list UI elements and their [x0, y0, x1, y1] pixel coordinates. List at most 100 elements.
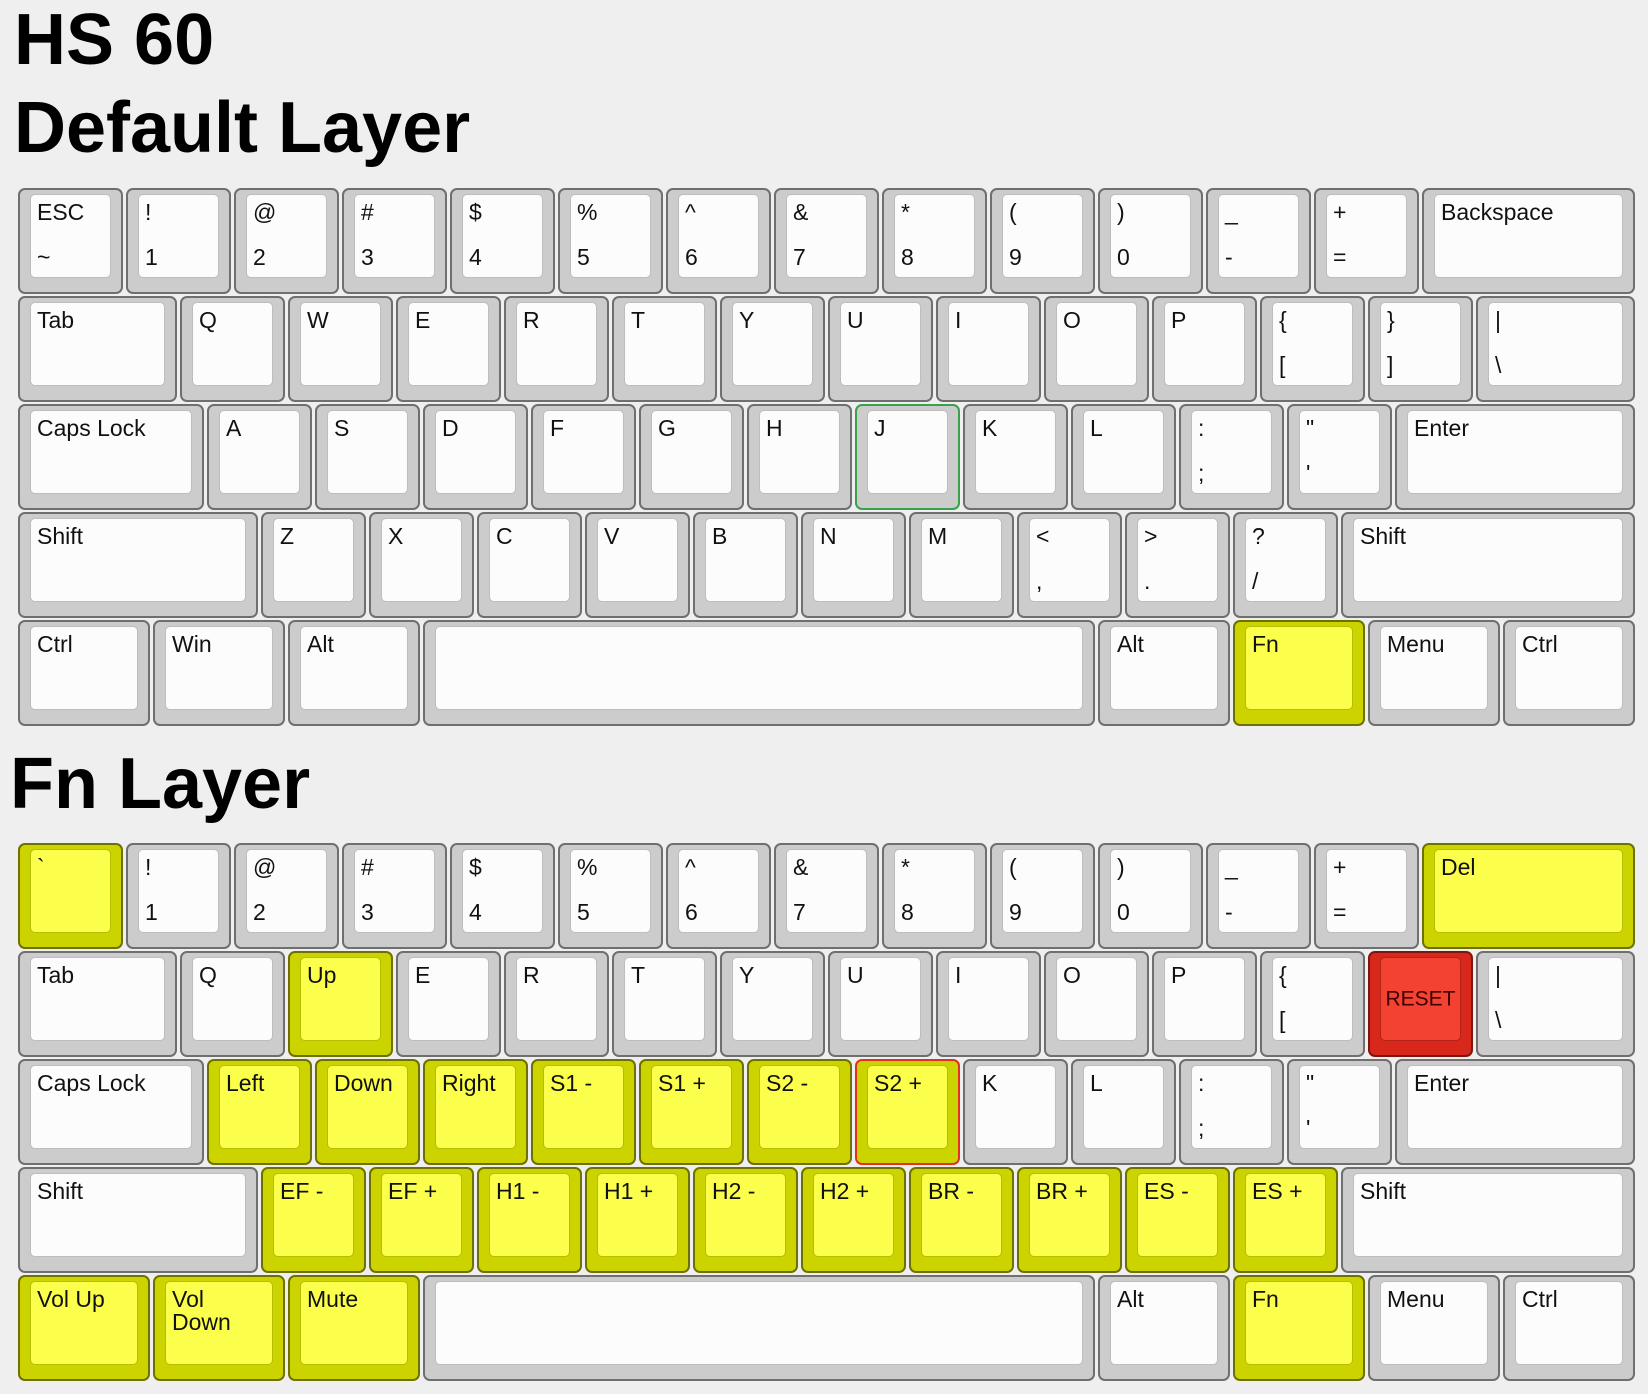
key-blank[interactable]: " ' — [1287, 404, 1392, 510]
key-up[interactable]: Up — [288, 951, 393, 1057]
key-blank[interactable]: ` — [18, 843, 123, 949]
key-space[interactable] — [423, 620, 1095, 726]
key-m[interactable]: M — [909, 512, 1014, 618]
key-e[interactable]: E — [396, 296, 501, 402]
key-blank[interactable]: :; — [1179, 404, 1284, 510]
key-blank[interactable]: + = — [1314, 843, 1419, 949]
key-blank[interactable]: ) 0 — [1098, 188, 1203, 294]
key-i[interactable]: I — [936, 951, 1041, 1057]
key-menu[interactable]: Menu — [1368, 1275, 1500, 1381]
key-alt[interactable]: Alt — [288, 620, 420, 726]
key-y[interactable]: Y — [720, 951, 825, 1057]
key-blank[interactable]: }] — [1368, 296, 1473, 402]
key-fn[interactable]: Fn — [1233, 620, 1365, 726]
key-blank[interactable]: ? / — [1233, 512, 1338, 618]
key-a[interactable]: A — [207, 404, 312, 510]
key-w[interactable]: W — [288, 296, 393, 402]
key-blank[interactable]: #3 — [342, 843, 447, 949]
key-h[interactable]: H — [747, 404, 852, 510]
key-blank[interactable]: + = — [1314, 188, 1419, 294]
key-ef[interactable]: EF + — [369, 1167, 474, 1273]
key-vol-down[interactable]: Vol Down — [153, 1275, 285, 1381]
key-blank[interactable]: (9 — [990, 188, 1095, 294]
key-q[interactable]: Q — [180, 951, 285, 1057]
key-s1[interactable]: S1 + — [639, 1059, 744, 1165]
key-ef[interactable]: EF - — [261, 1167, 366, 1273]
key-alt[interactable]: Alt — [1098, 1275, 1230, 1381]
key-menu[interactable]: Menu — [1368, 620, 1500, 726]
key-down[interactable]: Down — [315, 1059, 420, 1165]
key-u[interactable]: U — [828, 296, 933, 402]
key-del[interactable]: Del — [1422, 843, 1635, 949]
key-space[interactable] — [423, 1275, 1095, 1381]
key-blank[interactable]: <, — [1017, 512, 1122, 618]
key-f[interactable]: F — [531, 404, 636, 510]
key-blank[interactable]: :; — [1179, 1059, 1284, 1165]
key-e[interactable]: E — [396, 951, 501, 1057]
key-fn[interactable]: Fn — [1233, 1275, 1365, 1381]
key-blank[interactable]: & 7 — [774, 843, 879, 949]
key-ctrl[interactable]: Ctrl — [18, 620, 150, 726]
key-right[interactable]: Right — [423, 1059, 528, 1165]
key-blank[interactable]: $4 — [450, 843, 555, 949]
key-r[interactable]: R — [504, 296, 609, 402]
key-blank[interactable]: | \ — [1476, 951, 1635, 1057]
key-p[interactable]: P — [1152, 296, 1257, 402]
key-l[interactable]: L — [1071, 1059, 1176, 1165]
key-d[interactable]: D — [423, 404, 528, 510]
key-blank[interactable]: & 7 — [774, 188, 879, 294]
key-blank[interactable]: _ - — [1206, 188, 1311, 294]
key-blank[interactable]: | \ — [1476, 296, 1635, 402]
key-shift[interactable]: Shift — [18, 1167, 258, 1273]
key-h2[interactable]: H2 - — [693, 1167, 798, 1273]
key-y[interactable]: Y — [720, 296, 825, 402]
key-l[interactable]: L — [1071, 404, 1176, 510]
key-n[interactable]: N — [801, 512, 906, 618]
key-h1[interactable]: H1 - — [477, 1167, 582, 1273]
key-shift[interactable]: Shift — [1341, 512, 1635, 618]
key-vol-up[interactable]: Vol Up — [18, 1275, 150, 1381]
key-mute[interactable]: Mute — [288, 1275, 420, 1381]
key-q[interactable]: Q — [180, 296, 285, 402]
key-left[interactable]: Left — [207, 1059, 312, 1165]
key-s[interactable]: S — [315, 404, 420, 510]
key-s1[interactable]: S1 - — [531, 1059, 636, 1165]
key-h2[interactable]: H2 + — [801, 1167, 906, 1273]
key-b[interactable]: B — [693, 512, 798, 618]
key-es[interactable]: ES + — [1233, 1167, 1338, 1273]
key-blank[interactable]: ! 1 — [126, 843, 231, 949]
key-z[interactable]: Z — [261, 512, 366, 618]
key-blank[interactable]: ^ 6 — [666, 188, 771, 294]
key-blank[interactable]: _ - — [1206, 843, 1311, 949]
key-u[interactable]: U — [828, 951, 933, 1057]
key-t[interactable]: T — [612, 951, 717, 1057]
key-blank[interactable]: #3 — [342, 188, 447, 294]
key-c[interactable]: C — [477, 512, 582, 618]
key-blank[interactable]: ^ 6 — [666, 843, 771, 949]
key-o[interactable]: O — [1044, 951, 1149, 1057]
key-br[interactable]: BR - — [909, 1167, 1014, 1273]
key-blank[interactable]: * 8 — [882, 843, 987, 949]
key-shift[interactable]: Shift — [18, 512, 258, 618]
key-ctrl[interactable]: Ctrl — [1503, 620, 1635, 726]
key-h1[interactable]: H1 + — [585, 1167, 690, 1273]
key-caps-lock[interactable]: Caps Lock — [18, 1059, 204, 1165]
key-blank[interactable]: % 5 — [558, 188, 663, 294]
key-br[interactable]: BR + — [1017, 1167, 1122, 1273]
key-k[interactable]: K — [963, 404, 1068, 510]
key-blank[interactable]: * 8 — [882, 188, 987, 294]
key-blank[interactable]: $4 — [450, 188, 555, 294]
key-blank[interactable]: @2 — [234, 843, 339, 949]
key-enter[interactable]: Enter — [1395, 1059, 1635, 1165]
key-blank[interactable]: {[ — [1260, 951, 1365, 1057]
key-blank[interactable]: ) 0 — [1098, 843, 1203, 949]
key-o[interactable]: O — [1044, 296, 1149, 402]
key-s2[interactable]: S2 - — [747, 1059, 852, 1165]
key-blank[interactable]: " ' — [1287, 1059, 1392, 1165]
key-p[interactable]: P — [1152, 951, 1257, 1057]
key-blank[interactable]: @2 — [234, 188, 339, 294]
key-g[interactable]: G — [639, 404, 744, 510]
key-reset[interactable]: RESET — [1368, 951, 1473, 1057]
key-backspace[interactable]: Backspace — [1422, 188, 1635, 294]
key-tab[interactable]: Tab — [18, 296, 177, 402]
